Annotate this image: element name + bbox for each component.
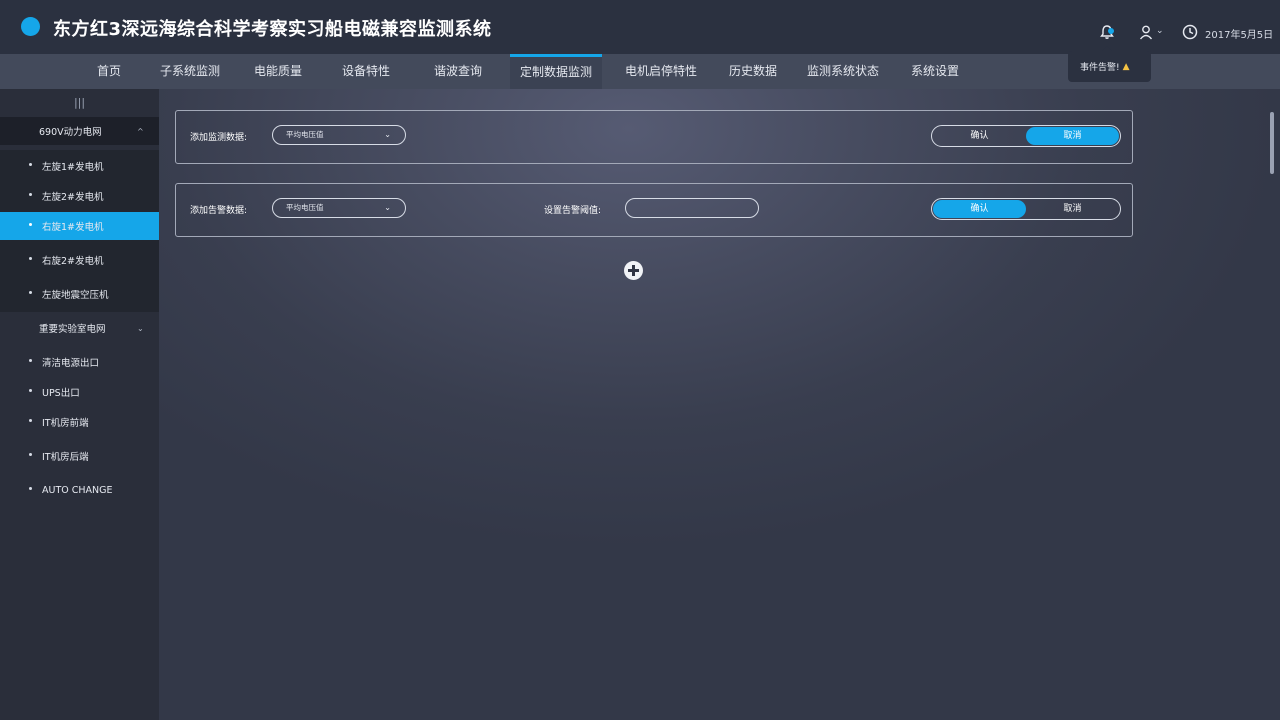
chevron-down-icon: ⌄ xyxy=(137,323,144,333)
cancel-button[interactable]: 取消 xyxy=(1026,127,1119,145)
monitor-data-label: 添加监测数据: xyxy=(190,133,248,143)
sidebar-item-label: 右旋2#发电机 xyxy=(42,256,104,267)
sidebar-item-right-gen-1[interactable]: 右旋1#发电机 xyxy=(0,212,159,240)
notification-dot xyxy=(1108,28,1114,34)
nav-item-system-status[interactable]: 监测系统状态 xyxy=(798,54,888,89)
nav-item-home[interactable]: 首页 xyxy=(80,54,138,89)
sidebar-group-690v[interactable]: 690V动力电网 ^ xyxy=(0,117,159,145)
sidebar-item-left-gen-2[interactable]: 左旋2#发电机 xyxy=(0,182,159,210)
add-panel-icon[interactable] xyxy=(624,261,643,280)
nav-item-harmonic-query[interactable]: 谐波查询 xyxy=(420,54,496,89)
bullet-icon xyxy=(29,419,32,422)
current-date: 2017年5月5日 xyxy=(1205,30,1274,41)
sidebar-item-label: 左旋2#发电机 xyxy=(42,192,104,203)
threshold-input[interactable] xyxy=(625,198,759,218)
sidebar-group-lab-grid[interactable]: 重要实验室电网 ⌄ xyxy=(0,314,159,342)
select-value: 平均电压值 xyxy=(286,130,324,139)
sidebar-item-label: 左旋地震空压机 xyxy=(42,290,109,301)
user-icon[interactable] xyxy=(1138,24,1154,40)
clock-icon xyxy=(1182,24,1198,40)
alarm-data-panel: 添加告警数据: 平均电压值 ⌄ 设置告警阈值: 确认 取消 xyxy=(175,183,1133,237)
threshold-label: 设置告警阈值: xyxy=(544,206,602,216)
sidebar-item-label: UPS出口 xyxy=(42,388,80,399)
bullet-icon xyxy=(29,359,32,362)
sidebar-item-right-gen-2[interactable]: 右旋2#发电机 xyxy=(0,246,159,274)
sidebar: ||| 690V动力电网 ^ 左旋1#发电机 左旋2#发电机 右旋1#发电机 右… xyxy=(0,89,159,720)
select-value: 平均电压值 xyxy=(286,203,324,212)
nav-item-history[interactable]: 历史数据 xyxy=(718,54,788,89)
confirm-button[interactable]: 确认 xyxy=(933,127,1026,145)
sidebar-item-auto-change[interactable]: AUTO CHANGE xyxy=(0,476,159,504)
nav-item-motor-start-stop[interactable]: 电机启停特性 xyxy=(614,54,708,89)
app-title: 东方红3深远海综合科学考察实习船电磁兼容监测系统 xyxy=(53,19,492,40)
sidebar-item-clean-power[interactable]: 清洁电源出口 xyxy=(0,348,159,376)
bullet-icon xyxy=(29,163,32,166)
sidebar-item-label: AUTO CHANGE xyxy=(42,484,113,496)
sidebar-item-left-gen-1[interactable]: 左旋1#发电机 xyxy=(0,152,159,180)
sidebar-item-it-back[interactable]: IT机房后端 xyxy=(0,442,159,470)
alarm-button-group: 确认 取消 xyxy=(931,198,1121,220)
bullet-icon xyxy=(29,453,32,456)
sidebar-group-label: 690V动力电网 xyxy=(39,127,102,138)
bullet-icon xyxy=(29,193,32,196)
alert-tooltip: 事件告警! ▲ xyxy=(1068,46,1151,82)
nav-item-custom-monitoring[interactable]: 定制数据监测 xyxy=(510,54,602,89)
scrollbar-thumb[interactable] xyxy=(1270,112,1274,174)
monitor-data-select[interactable]: 平均电压值 ⌄ xyxy=(272,125,406,145)
sidebar-item-label: 右旋1#发电机 xyxy=(42,222,104,233)
sidebar-item-it-front[interactable]: IT机房前端 xyxy=(0,408,159,436)
alert-text: 事件告警! xyxy=(1080,63,1120,73)
sidebar-group-label: 重要实验室电网 xyxy=(39,324,106,335)
sidebar-item-label: IT机房后端 xyxy=(42,452,89,463)
chevron-down-icon: ⌄ xyxy=(384,130,391,139)
bullet-icon xyxy=(29,291,32,294)
chevron-down-icon[interactable]: ⌄ xyxy=(1156,26,1164,36)
alarm-data-select[interactable]: 平均电压值 ⌄ xyxy=(272,198,406,218)
sidebar-item-label: IT机房前端 xyxy=(42,418,89,429)
chevron-down-icon: ⌄ xyxy=(384,203,391,212)
nav-item-device-characteristics[interactable]: 设备特性 xyxy=(328,54,404,89)
warning-icon: ▲ xyxy=(1122,61,1130,72)
top-header: 东方红3深远海综合科学考察实习船电磁兼容监测系统 ⌄ 2017年5月5日 xyxy=(0,0,1280,54)
sidebar-item-label: 左旋1#发电机 xyxy=(42,162,104,173)
bullet-icon xyxy=(29,257,32,260)
confirm-button[interactable]: 确认 xyxy=(933,200,1026,218)
nav-item-power-quality[interactable]: 电能质量 xyxy=(240,54,316,89)
nav-item-settings[interactable]: 系统设置 xyxy=(898,54,972,89)
monitor-data-panel: 添加监测数据: 平均电压值 ⌄ 确认 取消 xyxy=(175,110,1133,164)
logo-icon xyxy=(21,17,40,36)
chevron-up-icon: ^ xyxy=(137,126,144,136)
sidebar-item-ups[interactable]: UPS出口 xyxy=(0,378,159,406)
bullet-icon xyxy=(29,389,32,392)
main-content: 添加监测数据: 平均电压值 ⌄ 确认 取消 添加告警数据: 平均电压值 ⌄ 设置… xyxy=(159,89,1280,720)
sidebar-item-label: 清洁电源出口 xyxy=(42,358,100,369)
monitor-button-group: 确认 取消 xyxy=(931,125,1121,147)
cancel-button[interactable]: 取消 xyxy=(1026,200,1119,218)
sidebar-toggle-icon[interactable]: ||| xyxy=(0,89,159,117)
nav-item-subsystem[interactable]: 子系统监测 xyxy=(150,54,230,89)
alarm-data-label: 添加告警数据: xyxy=(190,206,248,216)
sidebar-item-air-compressor[interactable]: 左旋地震空压机 xyxy=(0,280,159,308)
bullet-icon xyxy=(29,223,32,226)
bullet-icon xyxy=(29,487,32,490)
